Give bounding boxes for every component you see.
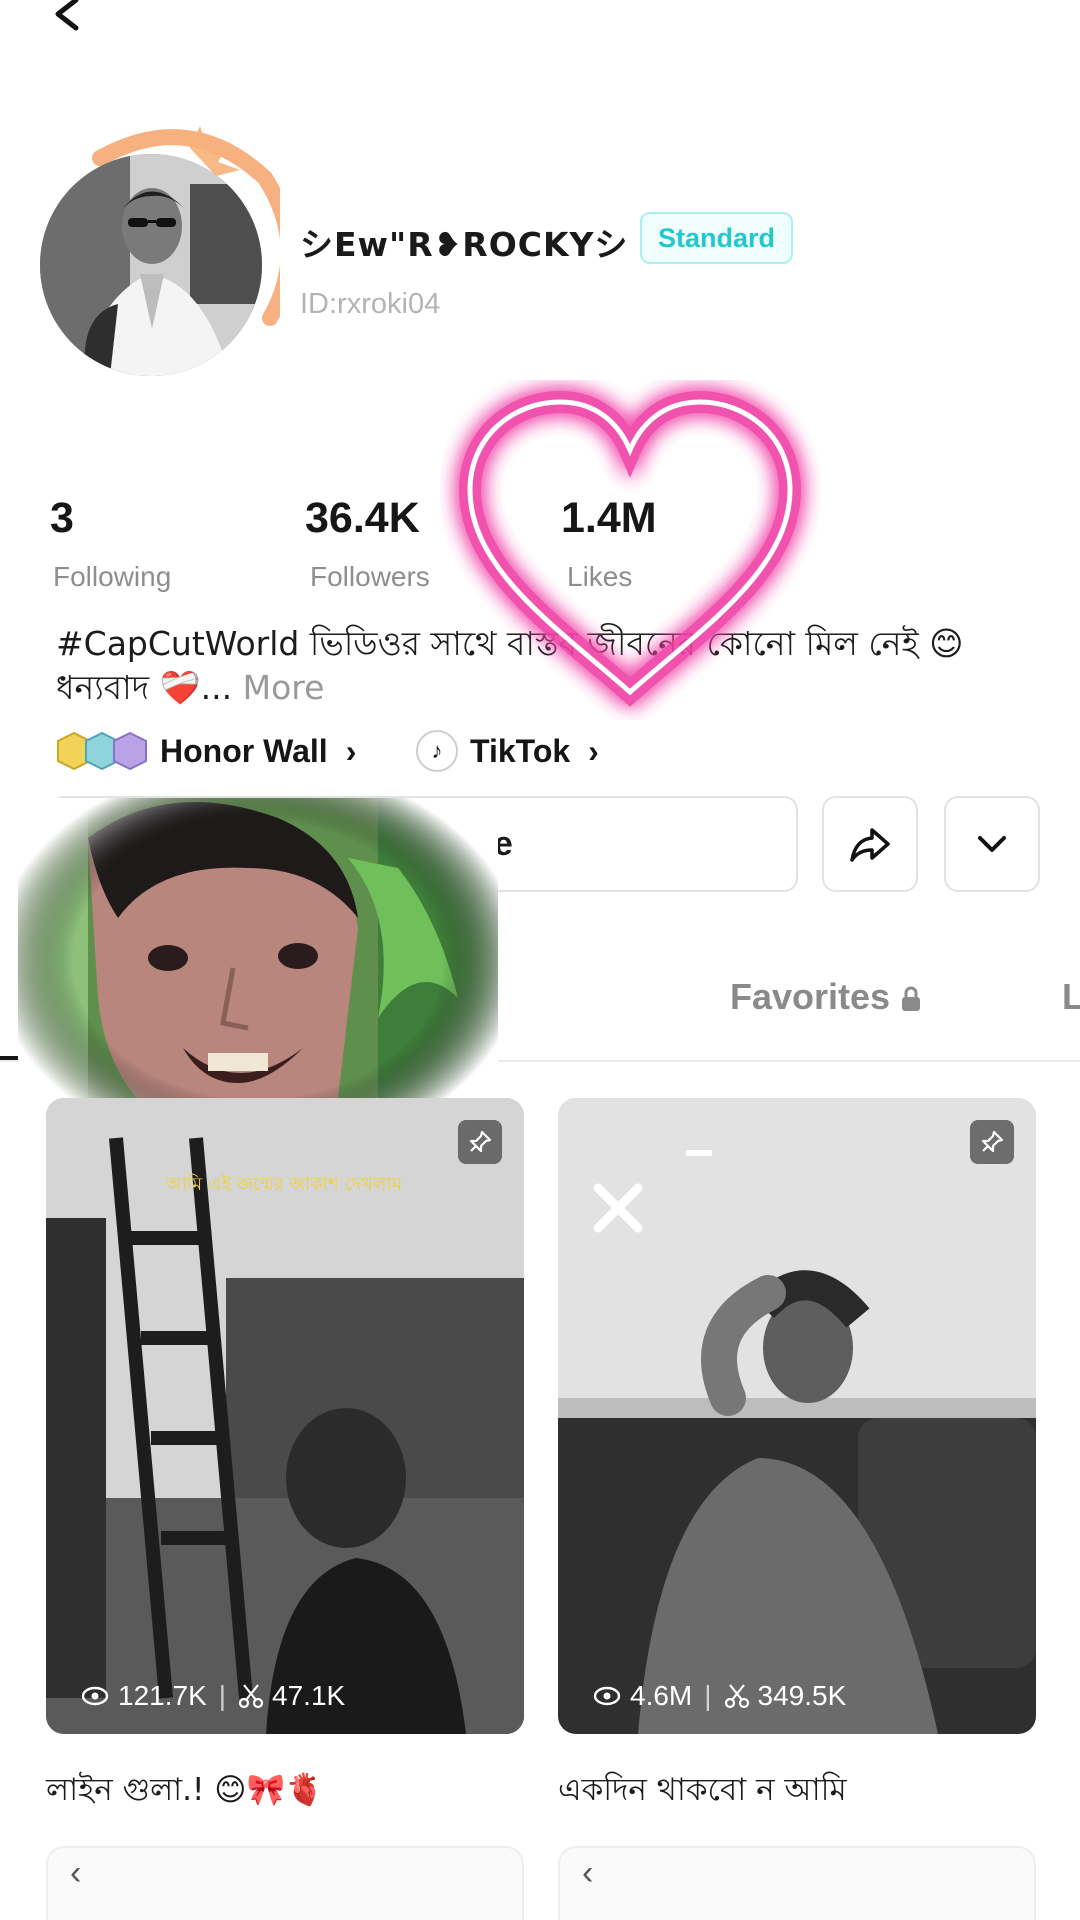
chevron-left-icon: ‹	[70, 1854, 82, 1892]
tab-favorites-label: Favorites	[730, 976, 891, 1017]
profile-tabs: Inspiration Favorites L	[0, 970, 1080, 1062]
view-count: 4.6M	[630, 1680, 693, 1711]
likes-count: 1.4M	[561, 494, 657, 542]
username: シEw"R❥ROCKYシ	[300, 225, 629, 264]
use-count: 349.5K	[757, 1680, 847, 1711]
tiktok-icon: ♪	[416, 730, 458, 772]
video-thumbnail-2	[558, 1098, 1036, 1734]
video-card-3[interactable]: ‹	[46, 1846, 524, 1920]
bio: #CapCutWorld ভিডিওর সাথে বাস্তব জীবনের ক…	[56, 622, 996, 710]
tiktok-label: TikTok	[470, 732, 571, 769]
chevron-left-icon: ‹	[582, 1854, 594, 1892]
following-label: Following	[53, 561, 172, 592]
view-count: 121.7K	[118, 1680, 207, 1711]
stat-followers[interactable]: 36.4K Followers	[305, 494, 430, 593]
lock-icon	[902, 987, 921, 1012]
tiktok-link[interactable]: ♪ TikTok ›	[416, 726, 599, 776]
more-options-button[interactable]	[944, 796, 1040, 892]
edit-profile-label: Edit profile	[335, 824, 513, 863]
edit-profile-button[interactable]: Edit profile	[50, 796, 798, 892]
scissors-icon	[238, 1684, 264, 1709]
avatar-container[interactable]	[40, 118, 280, 378]
following-count: 3	[50, 494, 74, 542]
pin-icon	[970, 1120, 1014, 1164]
account-type-badge[interactable]: Standard	[640, 212, 794, 264]
chevron-right-icon: ›	[345, 732, 357, 769]
honor-wall-link[interactable]: Honor Wall ›	[54, 726, 356, 776]
likes-label: Likes	[567, 561, 633, 592]
eye-icon	[593, 1686, 621, 1706]
video-caption-2[interactable]: একদিন থাকবো ন আমি	[558, 1766, 847, 1818]
followers-count: 36.4K	[305, 494, 420, 542]
eye-icon	[81, 1686, 109, 1706]
scissors-icon	[724, 1684, 749, 1709]
honor-wall-label: Honor Wall	[160, 732, 328, 769]
chevron-left-icon	[55, 0, 79, 31]
active-tab-indicator	[0, 1056, 130, 1060]
bio-line-2: ধন্যবাদ ❤️‍🩹...	[56, 668, 233, 707]
share-profile-button[interactable]	[822, 796, 918, 892]
bio-more-link[interactable]: More	[243, 668, 325, 707]
bio-line-1: #CapCutWorld ভিডিওর সাথে বাস্তব জীবনের ক…	[56, 624, 964, 663]
user-id: ID:rxroki04	[300, 288, 441, 320]
video-card-4[interactable]: ‹	[558, 1846, 1036, 1920]
tab-inspiration[interactable]: Inspiration	[300, 976, 484, 1018]
video-stats-2: 4.6M | 349.5K	[592, 1680, 846, 1712]
tab-likes[interactable]: L	[1062, 976, 1080, 1018]
chevron-down-icon	[978, 836, 1006, 852]
stat-likes[interactable]: 1.4M Likes	[561, 494, 657, 593]
honor-badges-icon	[57, 731, 147, 771]
back-button[interactable]	[44, 0, 94, 44]
use-count: 47.1K	[272, 1680, 346, 1711]
share-icon	[850, 828, 890, 862]
video-overlay-text: আমি এই জন্মের আকাশ দেখলাম	[165, 1174, 403, 1195]
video-card-2[interactable]: 4.6M | 349.5K	[558, 1098, 1036, 1734]
video-thumbnail-1: আমি এই জন্মের আকাশ দেখলাম	[46, 1098, 524, 1734]
chevron-right-icon: ›	[588, 732, 599, 769]
avatar	[40, 154, 262, 376]
pin-icon	[458, 1120, 502, 1164]
video-stats-1: 121.7K | 47.1K	[80, 1680, 345, 1712]
video-caption-1[interactable]: লাইন গুলা.! 😊🎀🫀	[46, 1766, 324, 1818]
tab-favorites[interactable]: Favorites	[730, 976, 922, 1018]
video-card-1[interactable]: আমি এই জন্মের আকাশ দেখলাম 121.7K | 47.1K	[46, 1098, 524, 1734]
followers-label: Followers	[310, 561, 430, 592]
stat-following[interactable]: 3 Following	[50, 494, 171, 593]
